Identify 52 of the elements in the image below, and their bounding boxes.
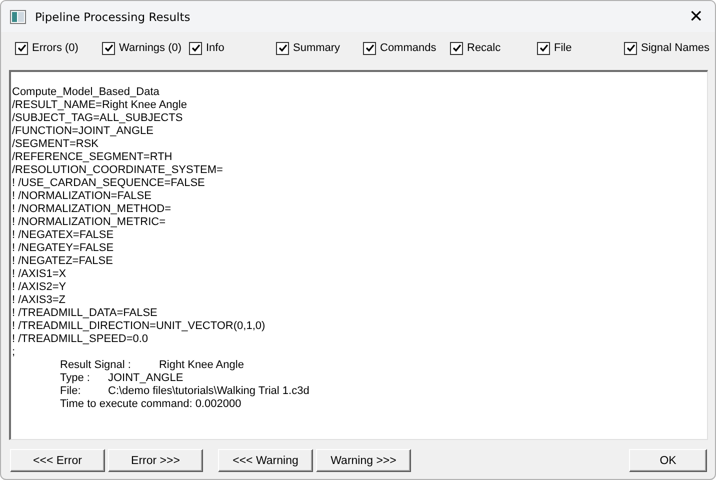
- checkbox-label: Summary: [293, 42, 340, 54]
- checkbox-label: Info: [206, 42, 224, 54]
- log-line: ! /AXIS1=X: [12, 268, 68, 281]
- app-icon: [10, 10, 26, 24]
- checkbox[interactable]: [450, 42, 463, 54]
- log-line: ! /TREADMILL_SPEED=0.0: [12, 333, 150, 346]
- log-line: ! /NORMALIZATION_METHOD=: [12, 203, 172, 216]
- log-line: /FUNCTION=JOINT_ANGLE: [12, 125, 154, 138]
- log-line: /REFERENCE_SEGMENT=RTH: [12, 151, 174, 164]
- nav-button[interactable]: Error >>>: [108, 449, 203, 472]
- log-line: ! /AXIS3=Z: [12, 294, 66, 307]
- log-line: ! /NEGATEX=FALSE: [12, 229, 115, 242]
- log-line: ! /USE_CARDAN_SEQUENCE=FALSE: [12, 177, 206, 190]
- log-line: ! /NORMALIZATION=FALSE: [12, 190, 152, 203]
- log-line: ! /TREADMILL_DIRECTION=UNIT_VECTOR(0,1,0): [12, 320, 266, 333]
- log-line: ! /TREADMILL_DATA=FALSE: [12, 307, 158, 320]
- log-line: /RESULT_NAME=Right Knee Angle: [12, 99, 188, 112]
- checkbox[interactable]: [189, 42, 202, 54]
- checkbox[interactable]: [537, 42, 550, 54]
- log-line: /SUBJECT_TAG=ALL_SUBJECTS: [12, 112, 184, 125]
- checkbox-label: Recalc: [467, 42, 501, 54]
- nav-button[interactable]: <<< Error: [10, 449, 105, 472]
- log-line: ! /NEGATEY=FALSE: [12, 242, 115, 255]
- close-button[interactable]: ✕: [685, 6, 707, 27]
- log-line: ! /NEGATEZ=FALSE: [12, 255, 114, 268]
- checkbox-label: Signal Names: [641, 42, 710, 54]
- log-line: ;: [12, 346, 16, 359]
- log-line: /RESOLUTION_COORDINATE_SYSTEM=: [12, 164, 224, 177]
- checkbox-label: Warnings (0): [119, 42, 182, 54]
- checkbox-label: Errors (0): [32, 42, 78, 54]
- detail-value: C:\demo files\tutorials\Walking Trial 1.c3d: [108, 385, 310, 398]
- nav-button[interactable]: <<< Warning: [218, 449, 313, 472]
- checkbox[interactable]: [102, 42, 115, 54]
- checkbox-label: File: [554, 42, 572, 54]
- checkbox[interactable]: [276, 42, 289, 54]
- log-line: ! /NORMALIZATION_METRIC=: [12, 216, 167, 229]
- detail-label: Result Signal :: [60, 359, 131, 372]
- nav-button[interactable]: Warning >>>: [316, 449, 411, 472]
- checkbox[interactable]: [363, 42, 376, 54]
- ok-button[interactable]: OK: [629, 449, 707, 472]
- detail-label: Time to execute command: 0.002000: [60, 398, 242, 411]
- window-title: Pipeline Processing Results: [35, 10, 192, 24]
- checkbox[interactable]: [624, 42, 637, 54]
- detail-value: JOINT_ANGLE: [108, 372, 184, 385]
- detail-label: Type :: [60, 372, 91, 385]
- checkbox[interactable]: [15, 42, 28, 54]
- log-line: Compute_Model_Based_Data: [12, 86, 160, 99]
- detail-value: Right Knee Angle: [158, 359, 244, 372]
- log-line: ! /AXIS2=Y: [12, 281, 68, 294]
- detail-label: File:: [60, 385, 82, 398]
- log-line: /SEGMENT=RSK: [12, 138, 100, 151]
- checkbox-label: Commands: [380, 42, 436, 54]
